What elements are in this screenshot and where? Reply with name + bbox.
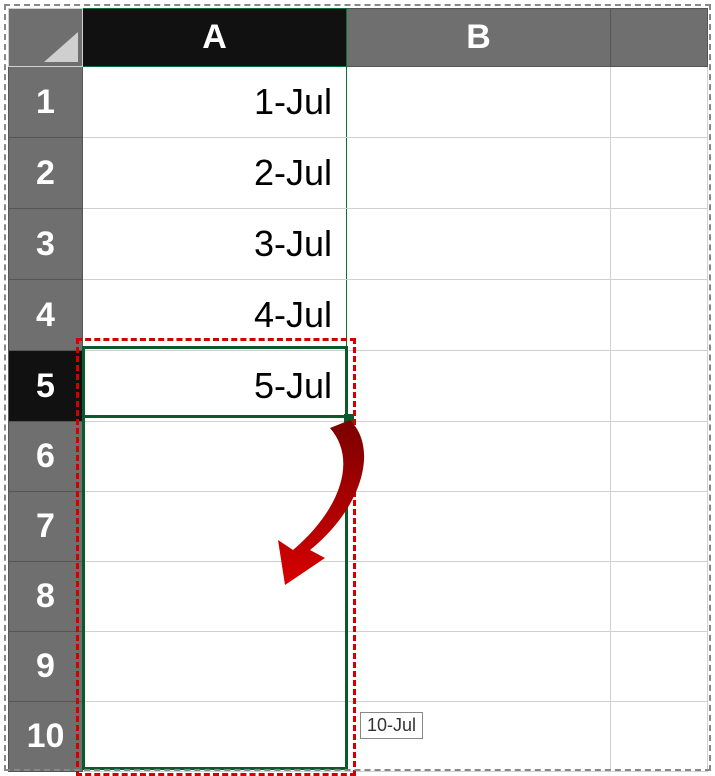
cell-B7[interactable]: [347, 492, 611, 562]
cell-A1[interactable]: 1-Jul: [83, 67, 347, 138]
row-header-2[interactable]: 2: [9, 138, 83, 209]
select-all-corner[interactable]: [9, 9, 83, 67]
cell-B2[interactable]: [347, 138, 611, 209]
row-header-4[interactable]: 4: [9, 280, 83, 351]
cell-A2[interactable]: 2-Jul: [83, 138, 347, 209]
cell-B8[interactable]: [347, 562, 611, 632]
cell-C10[interactable]: [611, 702, 708, 772]
column-header-B[interactable]: B: [347, 9, 611, 67]
fill-tooltip: 10-Jul: [360, 712, 423, 739]
cell-A9[interactable]: [83, 632, 347, 702]
cell-A3[interactable]: 3-Jul: [83, 209, 347, 280]
cell-A6[interactable]: [83, 422, 347, 492]
row-header-8[interactable]: 8: [9, 562, 83, 632]
cell-C5[interactable]: [611, 351, 708, 422]
spreadsheet[interactable]: A B 1 1-Jul 2 2-Jul 3 3-Jul 4 4-Jul 5 5-…: [8, 8, 708, 772]
cell-B4[interactable]: [347, 280, 611, 351]
cell-C8[interactable]: [611, 562, 708, 632]
column-header-A[interactable]: A: [83, 9, 347, 67]
cell-A8[interactable]: [83, 562, 347, 632]
row-header-7[interactable]: 7: [9, 492, 83, 562]
cell-B9[interactable]: [347, 632, 611, 702]
cell-C6[interactable]: [611, 422, 708, 492]
cell-A7[interactable]: [83, 492, 347, 562]
row-header-9[interactable]: 9: [9, 632, 83, 702]
row-header-1[interactable]: 1: [9, 67, 83, 138]
cell-C2[interactable]: [611, 138, 708, 209]
row-header-6[interactable]: 6: [9, 422, 83, 492]
row-header-10[interactable]: 10: [9, 702, 83, 772]
cell-A5[interactable]: 5-Jul: [83, 351, 347, 422]
cell-C3[interactable]: [611, 209, 708, 280]
row-header-5[interactable]: 5: [9, 351, 83, 422]
cell-C1[interactable]: [611, 67, 708, 138]
row-header-3[interactable]: 3: [9, 209, 83, 280]
cell-C9[interactable]: [611, 632, 708, 702]
cell-B1[interactable]: [347, 67, 611, 138]
cell-A10[interactable]: [83, 702, 347, 772]
cell-A4[interactable]: 4-Jul: [83, 280, 347, 351]
cell-B3[interactable]: [347, 209, 611, 280]
cell-B6[interactable]: [347, 422, 611, 492]
cell-C4[interactable]: [611, 280, 708, 351]
column-header-C[interactable]: [611, 9, 708, 67]
cell-C7[interactable]: [611, 492, 708, 562]
cell-B5[interactable]: [347, 351, 611, 422]
